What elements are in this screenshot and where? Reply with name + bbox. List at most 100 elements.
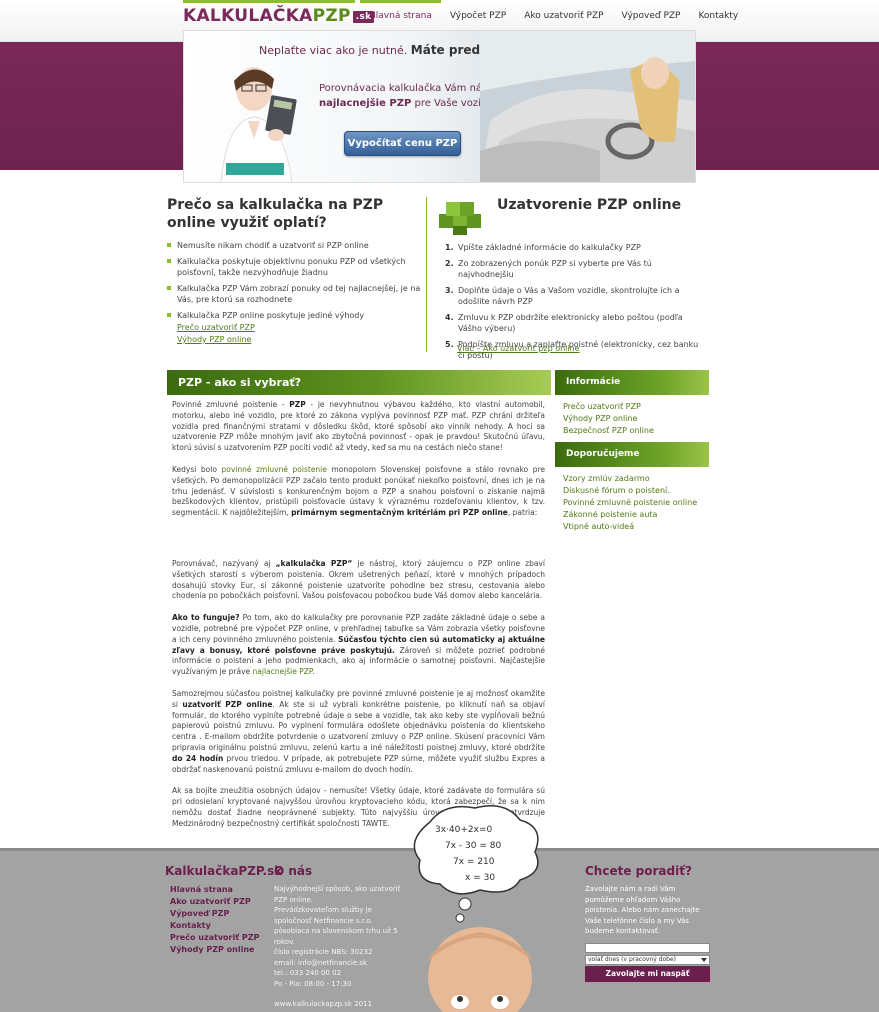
- sidebar-link[interactable]: Bezpečnosť PZP online: [563, 425, 654, 437]
- about-text: Najvýhodnejší spôsob, ako uzatvoriť PZP …: [274, 884, 409, 1010]
- about-line: Prevádzkovateľom služby je spoločnosť Ne…: [274, 906, 398, 946]
- advice-title: Chcete poradiť?: [585, 864, 692, 878]
- logo-text: KALKULAČKA: [183, 6, 313, 26]
- step-text: Zo zobrazených ponúk PZP si vyberte pre …: [458, 259, 652, 279]
- text-bold: primárnym segmentačným kritériám pri PZP…: [291, 508, 508, 518]
- step-item: 2. Zo zobrazených ponúk PZP si vyberte pr…: [445, 258, 707, 280]
- sidebar-link[interactable]: Vzory zmlúv zadarmo: [563, 473, 697, 485]
- more-how-to-link[interactable]: Viac – Ako uzatvoriť pzp online: [457, 343, 580, 355]
- about-title: O nás: [274, 864, 313, 878]
- benefits-list: Nemusíte nikam chodiť a uzatvoriť si PZP…: [167, 240, 422, 321]
- text: .: [312, 667, 315, 677]
- about-line: tel.: 033 240 00 02: [274, 969, 342, 977]
- benefit-item: Kalkulačka PZP online poskytuje jediné v…: [167, 310, 422, 321]
- sidebar-link[interactable]: Zákonné poistenie auta: [563, 509, 697, 521]
- recommend-heading: Doporučujeme: [555, 442, 709, 467]
- text: Porovnávač, nazývaný aj: [172, 558, 276, 568]
- sidebar-link[interactable]: Diskusné fórum o poistení.: [563, 485, 697, 497]
- article-paragraph: Kedysi bolo povinné zmluvné poistenie mo…: [172, 465, 545, 519]
- step-text: Doplňte údaje o Vás a Vašom vozidle, sko…: [458, 286, 680, 306]
- recommend-links: Vzory zmlúv zadarmo Diskusné fórum o poi…: [563, 473, 697, 533]
- footer-nav-item[interactable]: Hlavná strana: [170, 884, 259, 896]
- info-links: Prečo uzatvoriť PZP Výhody PZP online Be…: [563, 401, 654, 437]
- phone-input[interactable]: [585, 943, 710, 953]
- footer-nav-item[interactable]: Výhody PZP online: [170, 944, 259, 956]
- online-contract-title: Uzatvorenie PZP online: [497, 197, 682, 213]
- doodle-math: 3x·40+2x=0: [435, 825, 492, 835]
- nav-calculation[interactable]: Výpočet PZP: [441, 0, 515, 30]
- info-heading: Informácie: [555, 370, 709, 395]
- column-divider: [426, 197, 427, 352]
- text: Povinné zmluvné poistenie -: [172, 400, 290, 409]
- benefit-item: Nemusíte nikam chodiť a uzatvoriť si PZP…: [167, 240, 422, 251]
- sidebar-link[interactable]: Povinné zmluvné poistenie online: [563, 497, 697, 509]
- pzp-online-benefits-link[interactable]: Výhody PZP online: [177, 334, 422, 346]
- convertible-car-image: [480, 31, 695, 182]
- why-calculator-title: Prečo sa kalkulačka na PZP online využiť…: [167, 197, 384, 231]
- call-me-back-button[interactable]: Zavolajte mi naspäť: [585, 966, 710, 982]
- doodle-math: 7x = 210: [453, 857, 495, 867]
- step-number: 3.: [445, 286, 454, 295]
- text-bold: uzatvoriť PZP online: [182, 699, 273, 709]
- footer-nav-item[interactable]: Výpoveď PZP: [170, 908, 259, 920]
- mandatory-insurance-link[interactable]: povinné zmluvné poistenie: [222, 465, 327, 474]
- step-item: 3. Doplňte údaje o Vás a Vašom vozidle, s…: [445, 285, 707, 307]
- woman-with-calculator-image: [220, 67, 297, 182]
- article-heading: PZP - ako si vybrať?: [167, 370, 551, 395]
- about-line: Najvýhodnejší spôsob, ako uzatvoriť PZP …: [274, 885, 401, 904]
- article-body: Povinné zmluvné poistenie - PZP - je nev…: [172, 400, 545, 841]
- about-line: číslo registrácie NBS: 30232: [274, 948, 373, 956]
- hero-desc-bold: najlacnejšie PZP: [319, 98, 412, 109]
- advice-text: Zavolajte nám a radi Vám pomôžeme ohľado…: [585, 885, 700, 935]
- text-bold: PZP: [289, 400, 306, 409]
- benefit-item: Kalkulačka poskytuje objektívnu ponuku P…: [167, 256, 422, 278]
- nav-termination[interactable]: Výpoveď PZP: [613, 0, 690, 30]
- sidebar-link[interactable]: Vtipné auto-videá: [563, 521, 697, 533]
- step-item: 4. Zmluvu k PZP obdržíte elektronicky ale…: [445, 312, 707, 334]
- hero-banner: Neplaťte viac ako je nutné. Máte predsa …: [183, 30, 696, 183]
- why-pzp-link[interactable]: Prečo uzatvoriť PZP: [177, 322, 422, 334]
- step-item: 1. Vpíšte základné informácie do kalkulač…: [445, 242, 707, 253]
- site-logo[interactable]: KALKULAČKAPZP .sk: [183, 6, 375, 26]
- sidebar-link[interactable]: Výhody PZP online: [563, 413, 654, 425]
- footer-nav-item[interactable]: Kontakty: [170, 920, 259, 932]
- doodle-math: 7x - 30 = 80: [445, 841, 501, 851]
- logo-accent-bar: [183, 0, 355, 3]
- nav-how-to[interactable]: Ako uzatvoriť PZP: [515, 0, 612, 30]
- cheapest-pzp-link[interactable]: najlacnejšie PZP: [253, 667, 313, 676]
- about-line: email: info@netfinancie.sk: [274, 958, 368, 967]
- chevron-down-icon: [701, 958, 707, 962]
- sidebar-link[interactable]: Prečo uzatvoriť PZP: [563, 401, 654, 413]
- step-number: 1.: [445, 243, 454, 252]
- step-text: Vpíšte základné informácie do kalkulačky…: [458, 243, 641, 252]
- nav-contacts[interactable]: Kontakty: [689, 0, 747, 30]
- footer-brand: KalkulačkaPZP.sk: [165, 864, 283, 878]
- step-number: 4.: [445, 313, 454, 322]
- footer-nav-item[interactable]: Prečo uzatvoriť PZP: [170, 932, 259, 944]
- nav-home[interactable]: Hlavná strana: [360, 0, 441, 35]
- benefit-item: Kalkulačka PZP Vám zobrazí ponuky od tej…: [167, 283, 422, 305]
- article-paragraph: Povinné zmluvné poistenie - PZP - je nev…: [172, 400, 545, 454]
- text: prvou triedou. V prípade, ak potrebujete…: [172, 753, 545, 774]
- step-number: 2.: [445, 259, 454, 268]
- calculate-price-button[interactable]: Vypočítať cenu PZP: [344, 131, 461, 156]
- text: , patria:: [507, 508, 538, 518]
- article-paragraph: Samozrejmou súčasťou poistnej kalkulačky…: [172, 689, 545, 775]
- about-line: Po - Pia: 08:00 - 17:30: [274, 979, 352, 988]
- text-bold: Ako to funguje?: [172, 613, 240, 623]
- step-text: Zmluvu k PZP obdržíte elektronicky alebo…: [458, 313, 683, 333]
- call-time-value: volať dnes (v pracovný dobe): [588, 956, 677, 963]
- thinking-man-image: 3x·40+2x=0 7x - 30 = 80 7x = 210 x = 30: [413, 805, 539, 1012]
- footer-nav: Hlavná strana Ako uzatvoriť PZP Výpoveď …: [170, 884, 259, 956]
- text: Kedysi bolo: [172, 464, 222, 474]
- doodle-math: x = 30: [465, 873, 495, 883]
- step-number: 5.: [445, 340, 454, 349]
- green-cubes-icon: [439, 202, 481, 235]
- why-calculator-section: Prečo sa kalkulačka na PZP online využiť…: [167, 196, 422, 346]
- footer-nav-item[interactable]: Ako uzatvoriť PZP: [170, 896, 259, 908]
- article-paragraph: Porovnávač, nazývaný aj „kalkulačka PZP“…: [172, 559, 545, 602]
- text-bold: do 24 hodín: [172, 753, 224, 763]
- call-time-select[interactable]: volať dnes (v pracovný dobe): [585, 955, 710, 965]
- text-bold: „kalkulačka PZP“: [275, 558, 353, 568]
- logo-accent: PZP: [312, 6, 351, 26]
